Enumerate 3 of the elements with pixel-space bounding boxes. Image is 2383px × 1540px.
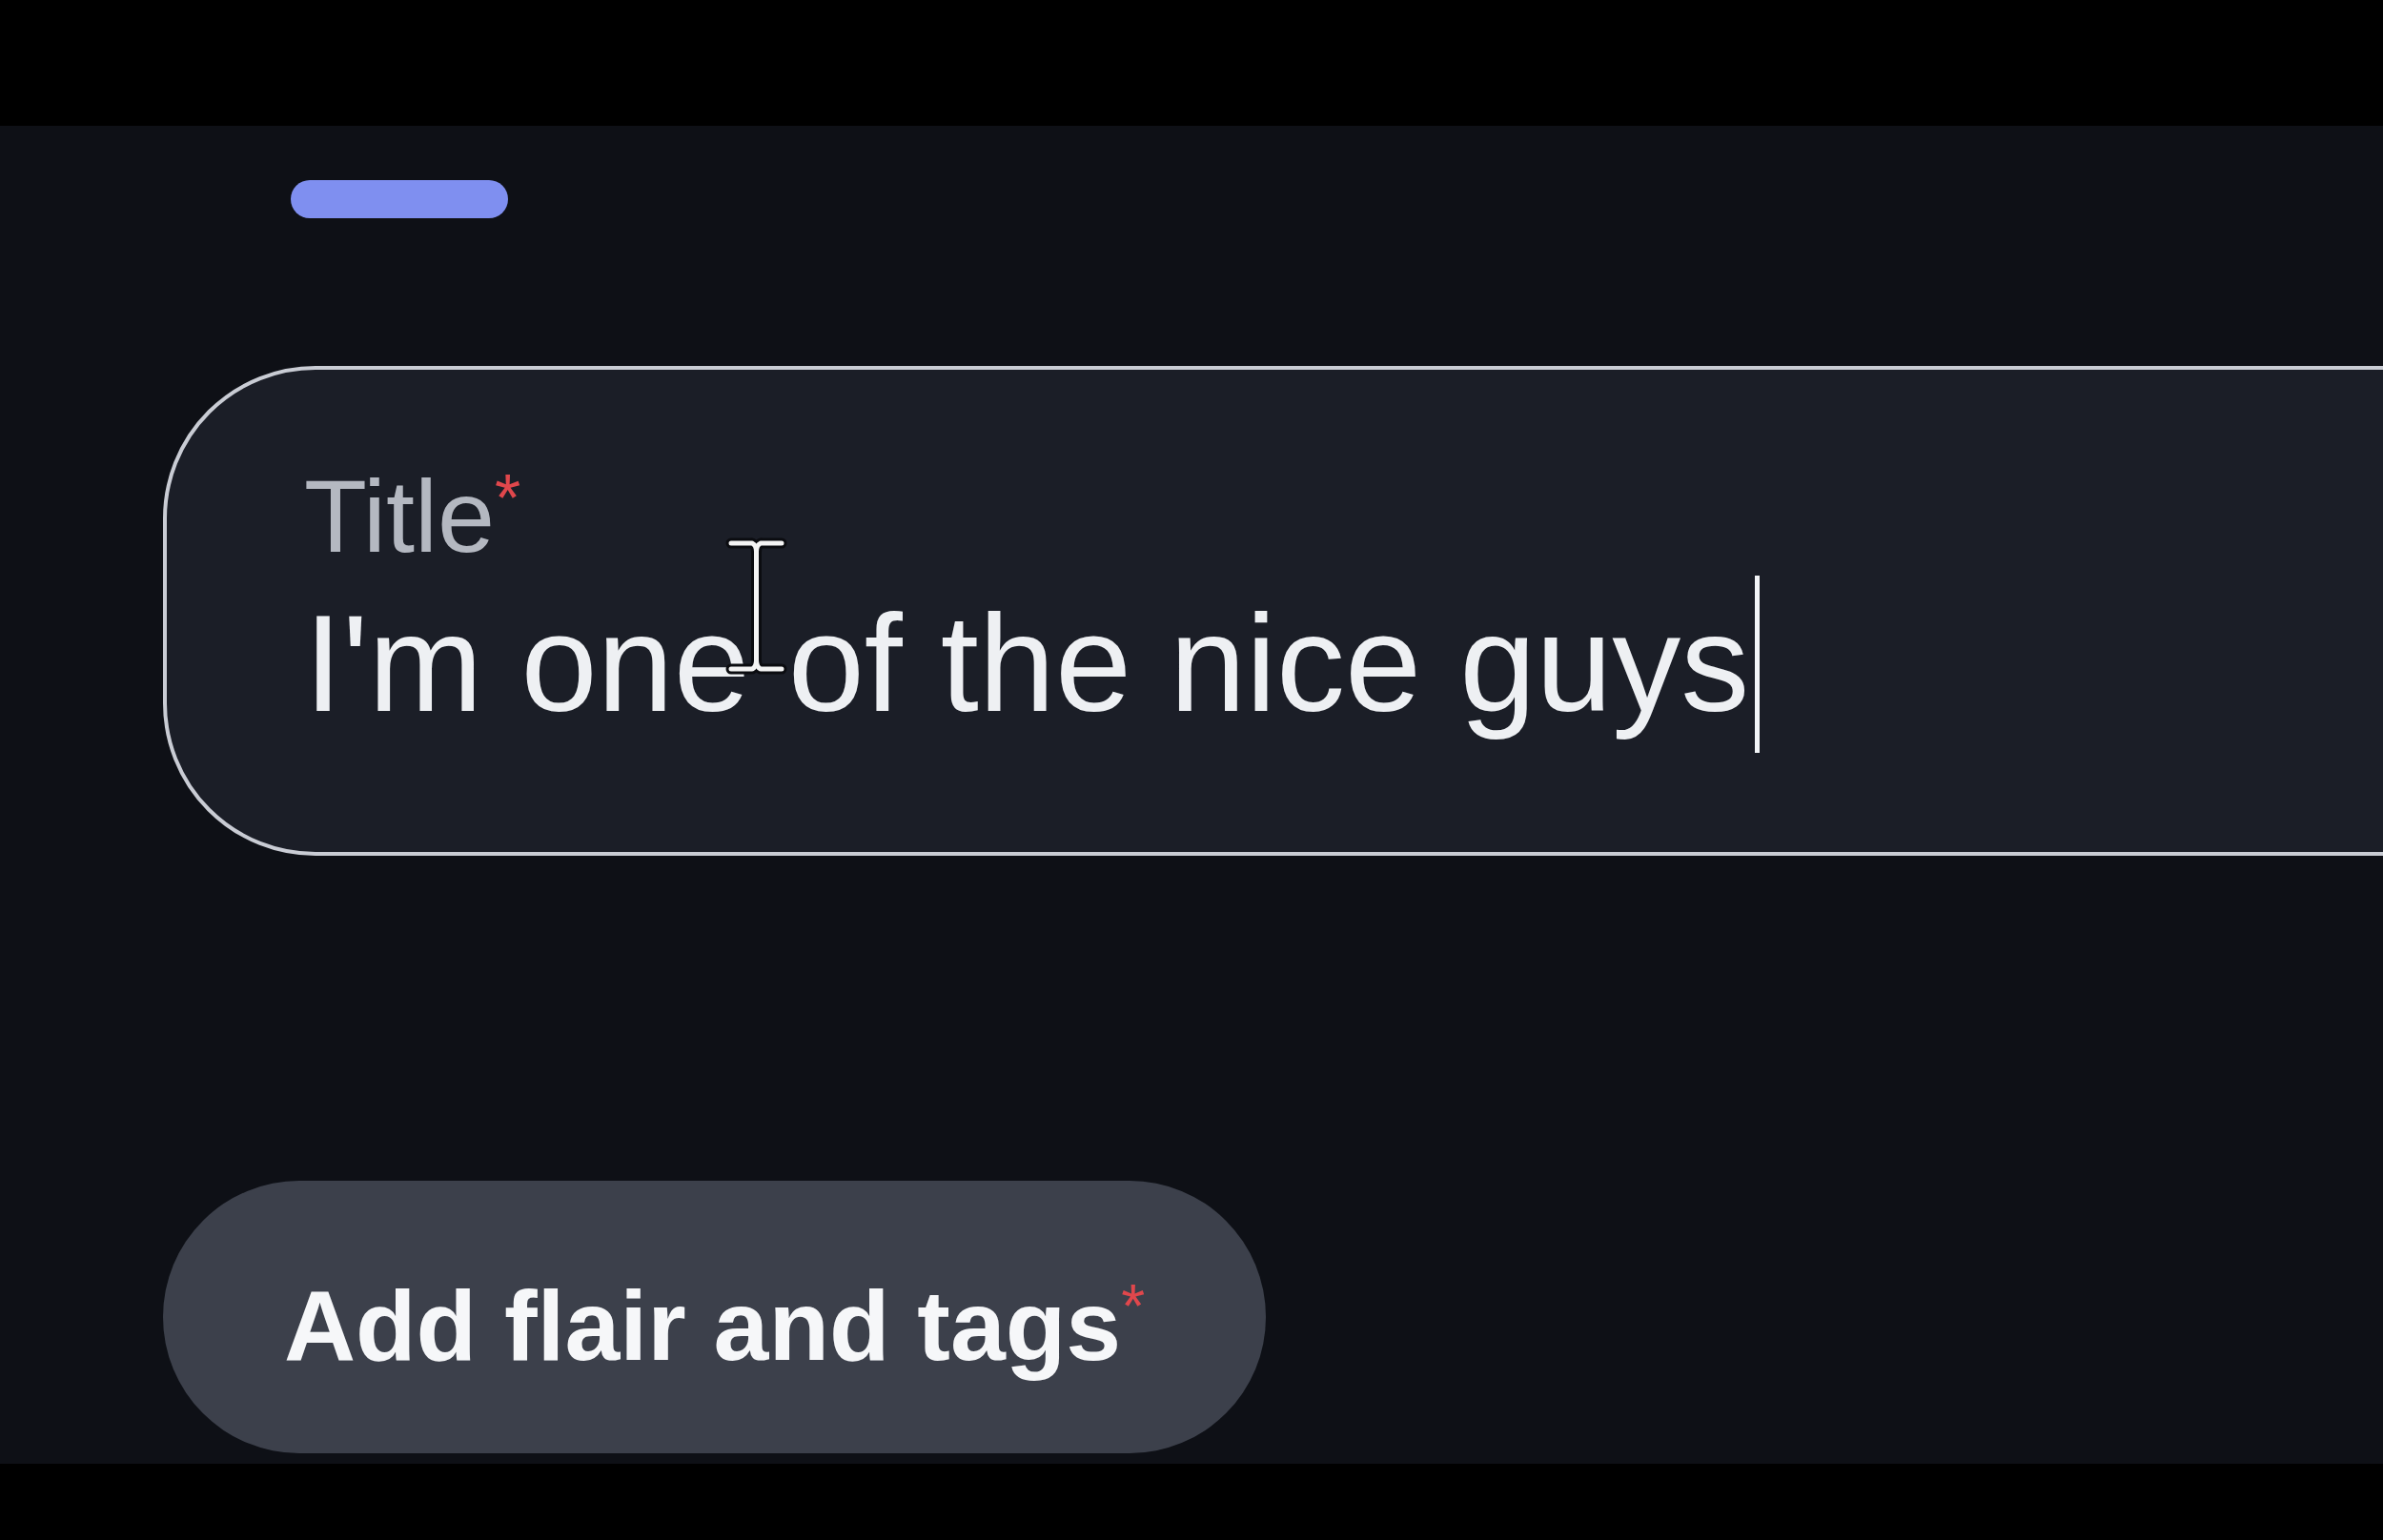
add-flair-button[interactable]: Add flair and tags* xyxy=(163,1181,1266,1453)
field-label: Title* xyxy=(304,465,521,568)
title-field[interactable]: Title* I'm one of the nice guys xyxy=(163,366,2383,856)
